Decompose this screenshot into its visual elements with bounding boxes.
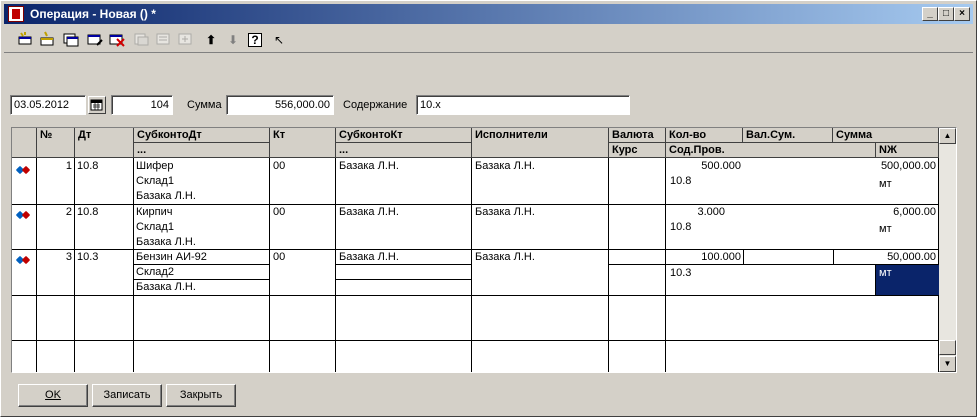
calendar-icon [90, 99, 103, 111]
header-qty[interactable]: Кол-во [666, 128, 743, 143]
close-button[interactable]: Закрыть [166, 384, 236, 407]
scroll-thumb[interactable] [939, 340, 956, 355]
window-title: Операция - Новая () * [30, 7, 156, 21]
row-2-performer[interactable]: Базака Л.Н. [475, 205, 535, 219]
header-marker [12, 128, 37, 158]
row-1-content[interactable]: 10.8 [670, 174, 691, 188]
row-3-num[interactable]: 3 [38, 250, 72, 264]
row-2-subdt-2[interactable]: Склад1 [136, 220, 174, 234]
toolbar: ⬆ ⬇ ? ↖ [4, 26, 973, 53]
move-up-icon[interactable]: ⬆ [202, 31, 220, 49]
header-nzh[interactable]: NЖ [876, 143, 939, 158]
context-help-icon[interactable]: ↖ [270, 31, 288, 49]
row-marker-icon[interactable] [14, 164, 34, 176]
title-bar[interactable]: Операция - Новая () * _ □ × [4, 4, 973, 24]
header-sum[interactable]: Сумма [833, 128, 939, 143]
header-rate[interactable]: Курс [609, 143, 666, 158]
row-1-num[interactable]: 1 [38, 159, 72, 173]
disabled-icon-3[interactable] [176, 31, 194, 49]
header-dt[interactable]: Дт [75, 128, 134, 158]
save-button[interactable]: Записать [92, 384, 162, 407]
row-2-nzh[interactable]: мт [879, 222, 892, 236]
row-3-performer[interactable]: Базака Л.Н. [475, 250, 535, 264]
row-1-qty[interactable]: 500.000 [668, 159, 741, 173]
move-down-icon[interactable]: ⬇ [224, 31, 242, 49]
header-val-sum[interactable]: Вал.Сум. [743, 128, 833, 143]
row-3-content[interactable]: 10.3 [670, 266, 691, 280]
row-2-subdt-3[interactable]: Базака Л.Н. [136, 235, 196, 249]
row-3-dt[interactable]: 10.3 [77, 250, 98, 264]
row-1-performer[interactable]: Базака Л.Н. [475, 159, 535, 173]
row-2-subdt-1[interactable]: Кирпич [136, 205, 173, 219]
app-icon[interactable] [8, 6, 24, 22]
edit-row-icon[interactable] [86, 31, 104, 49]
row-3-subdt-1[interactable]: Бензин АИ-92 [136, 250, 207, 264]
sum-field[interactable]: 556,000.00 [226, 95, 334, 115]
row-1-subdt-2[interactable]: Склад1 [136, 174, 174, 188]
header-subkonto-dt[interactable]: СубконтоДт [134, 128, 270, 143]
vertical-scrollbar[interactable]: ▲ ▼ [939, 128, 956, 372]
restore-button[interactable]: □ [938, 7, 954, 21]
row-2-num[interactable]: 2 [38, 205, 72, 219]
row-marker-icon[interactable] [14, 209, 34, 221]
row-2-qty[interactable]: 3.000 [668, 205, 725, 219]
row-1-sum[interactable]: 500,000.00 [836, 159, 936, 173]
date-field[interactable]: 03.05.2012 [10, 95, 86, 115]
minimize-button[interactable]: _ [922, 7, 938, 21]
entries-grid[interactable]: № Дт СубконтоДт ... Кт СубконтоКт ... Ис… [11, 127, 957, 373]
header-currency[interactable]: Валюта [609, 128, 666, 143]
row-2-subkt-1[interactable]: Базака Л.Н. [339, 205, 399, 219]
disabled-icon-2[interactable] [154, 31, 172, 49]
row-marker-icon[interactable] [14, 254, 34, 266]
header-num[interactable]: № [37, 128, 75, 158]
header-subkonto-dt-sub[interactable]: ... [134, 143, 270, 158]
content-label: Содержание [343, 99, 408, 111]
row-1-dt[interactable]: 10.8 [77, 159, 98, 173]
sum-label: Сумма [187, 99, 222, 111]
row-3-subdt-3[interactable]: Базака Л.Н. [136, 280, 196, 294]
delete-row-icon[interactable] [108, 31, 126, 49]
row-1-kt[interactable]: 00 [273, 159, 285, 173]
operation-window: Операция - Новая () * _ □ × ⬆ ⬇ ? ↖ 03.0… [0, 0, 977, 417]
row-2-dt[interactable]: 10.8 [77, 205, 98, 219]
row-1-subkt-1[interactable]: Базака Л.Н. [339, 159, 399, 173]
header-kt[interactable]: Кт [270, 128, 336, 158]
number-field[interactable]: 104 [111, 95, 173, 115]
row-3-subkt-1[interactable]: Базака Л.Н. [339, 250, 399, 264]
help-icon[interactable]: ? [248, 33, 262, 47]
row-3-sum[interactable]: 50,000.00 [836, 250, 936, 264]
header-subkonto-kt-sub[interactable]: ... [336, 143, 472, 158]
row-3-qty[interactable]: 100.000 [668, 250, 741, 264]
new-row-icon[interactable] [16, 31, 34, 49]
row-2-sum[interactable]: 6,000.00 [836, 205, 936, 219]
scroll-up-button[interactable]: ▲ [939, 128, 956, 144]
content-field[interactable]: 10.х [416, 95, 630, 115]
ok-button[interactable]: OK [18, 384, 88, 407]
calendar-button[interactable] [88, 96, 106, 114]
copy-row-icon[interactable] [62, 31, 80, 49]
scroll-down-button[interactable]: ▼ [939, 356, 956, 372]
insert-row-icon[interactable] [38, 31, 56, 49]
close-window-button[interactable]: × [954, 7, 970, 21]
row-3-kt[interactable]: 00 [273, 250, 285, 264]
header-content-prov[interactable]: Сод.Пров. [666, 143, 876, 158]
row-3-subdt-2[interactable]: Склад2 [136, 265, 174, 279]
row-1-subdt-3[interactable]: Базака Л.Н. [136, 189, 196, 203]
row-2-kt[interactable]: 00 [273, 205, 285, 219]
selected-cell[interactable]: мт [876, 265, 939, 295]
header-subkonto-kt[interactable]: СубконтоКт [336, 128, 472, 143]
disabled-icon-1[interactable] [132, 31, 150, 49]
header-performers[interactable]: Исполнители [472, 128, 609, 158]
row-2-content[interactable]: 10.8 [670, 220, 691, 234]
row-1-subdt-1[interactable]: Шифер [136, 159, 174, 173]
row-3-nzh: мт [879, 267, 892, 279]
row-1-nzh[interactable]: мт [879, 177, 892, 191]
